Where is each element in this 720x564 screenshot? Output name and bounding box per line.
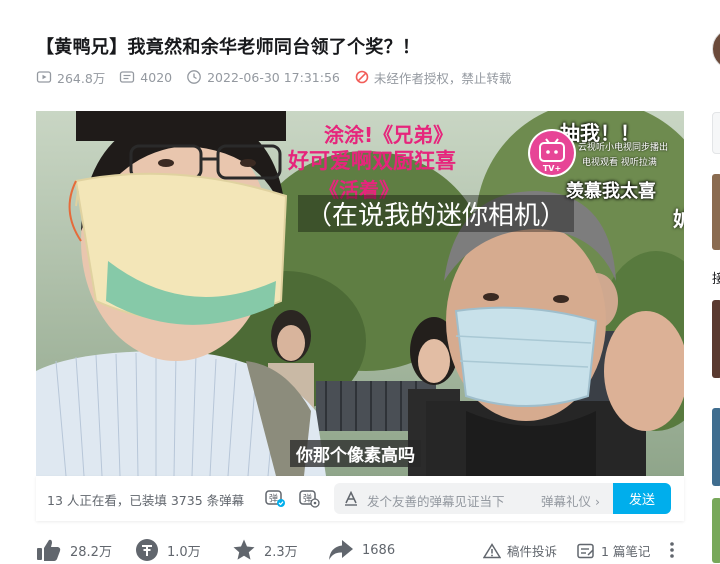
sidebar-thumbnail[interactable]	[712, 498, 720, 563]
play-count-icon	[36, 71, 52, 83]
video-actions: 28.2万 1.0万 2.3万 1686 稿件投诉 1 篇笔记	[36, 538, 684, 564]
copyright-notice: 未经作者授权，禁止转载	[354, 68, 512, 87]
sidebar-thumbnail[interactable]	[712, 408, 720, 486]
tv-badge: TV+	[543, 164, 561, 173]
coin-icon	[136, 539, 158, 561]
video-player[interactable]: 涂涂!《兄弟》 好可爱啊双厨狂喜 《活着》 （在说我的迷你相机） 抽我！！ 羡慕…	[36, 111, 684, 476]
warning-icon	[483, 542, 501, 558]
send-button[interactable]: 发送	[613, 483, 671, 514]
svg-text:弹: 弹	[269, 493, 278, 505]
favorite-button[interactable]: 2.3万	[232, 538, 298, 562]
danmaku-toggle-icon[interactable]: 弹	[264, 487, 286, 509]
danmaku-etiquette-link[interactable]: 弹幕礼仪 ›	[541, 491, 600, 510]
danmaku-bar: 13 人正在看，已装填 3735 条弹幕 弹 弹 发个友善的弹幕见证当下 弹幕礼…	[36, 476, 684, 521]
star-icon	[233, 539, 255, 560]
uploader-avatar[interactable]	[712, 28, 720, 70]
publish-time: 2022-06-30 17:31:56	[186, 69, 340, 85]
danmaku-count-icon	[120, 71, 135, 83]
danmaku-placeholder[interactable]: 发个友善的弹幕见证当下	[367, 491, 505, 510]
copyright-text: 未经作者授权，禁止转载	[373, 70, 512, 86]
coin-button[interactable]: 1.0万	[135, 538, 201, 562]
video-title: 【黄鸭兄】我竟然和余华老师同台领了个奖？！	[36, 37, 421, 58]
logo-text-2: 电视观看 视听拉满	[582, 158, 657, 168]
sidebar-card[interactable]	[712, 112, 720, 154]
like-count: 28.2万	[70, 544, 112, 560]
more-vertical-icon	[670, 542, 674, 558]
text-style-icon[interactable]	[344, 491, 358, 506]
report-button[interactable]: 稿件投诉	[483, 541, 557, 560]
forbidden-icon	[355, 70, 369, 84]
share-icon	[329, 540, 353, 560]
subtitle-line-2: 好可爱啊双厨狂喜	[288, 149, 456, 173]
share-button[interactable]: 1686	[328, 538, 395, 562]
logo-text-1: 云视听小电视同步播出	[578, 143, 669, 153]
danmaku-stat: 4020	[119, 69, 172, 85]
video-caption: 你那个像素高吗	[290, 440, 421, 467]
watching-count: 13 人正在看，已装填 3735 条弹幕	[47, 493, 245, 508]
share-count: 1686	[362, 542, 396, 558]
subtitle-line-7: 妒	[673, 207, 684, 231]
danmaku-count: 4020	[140, 69, 173, 85]
thumbs-up-icon	[37, 539, 61, 561]
note-icon	[577, 543, 594, 558]
views-count: 264.8万	[57, 70, 106, 86]
publish-datetime: 2022-06-30 17:31:56	[207, 69, 340, 85]
tv-logo: TV+	[530, 131, 574, 175]
like-button[interactable]: 28.2万	[36, 538, 112, 562]
subtitle-line-4: （在说我的迷你相机）	[298, 195, 575, 232]
sidebar-thumbnail[interactable]	[712, 174, 720, 250]
views-stat: 264.8万	[36, 68, 105, 87]
favorite-count: 2.3万	[264, 544, 298, 560]
report-label: 稿件投诉	[507, 544, 558, 559]
clock-icon	[187, 70, 201, 84]
subtitle-line-6: 羡慕我太喜	[566, 181, 656, 202]
video-meta: 264.8万 4020 2022-06-30 17:31:56 未经作者授权，禁…	[36, 68, 525, 86]
notes-button[interactable]: 1 篇笔记	[577, 541, 650, 560]
subtitle-line-1: 涂涂!《兄弟》	[324, 123, 454, 147]
sidebar-section-label: 接	[712, 272, 720, 287]
danmaku-settings-icon[interactable]: 弹	[298, 487, 320, 509]
more-menu-button[interactable]	[666, 540, 684, 560]
coin-count: 1.0万	[167, 544, 201, 560]
tv-icon: TV+	[539, 138, 565, 173]
sidebar-thumbnail[interactable]	[712, 300, 720, 378]
notes-label: 1 篇笔记	[601, 544, 651, 559]
